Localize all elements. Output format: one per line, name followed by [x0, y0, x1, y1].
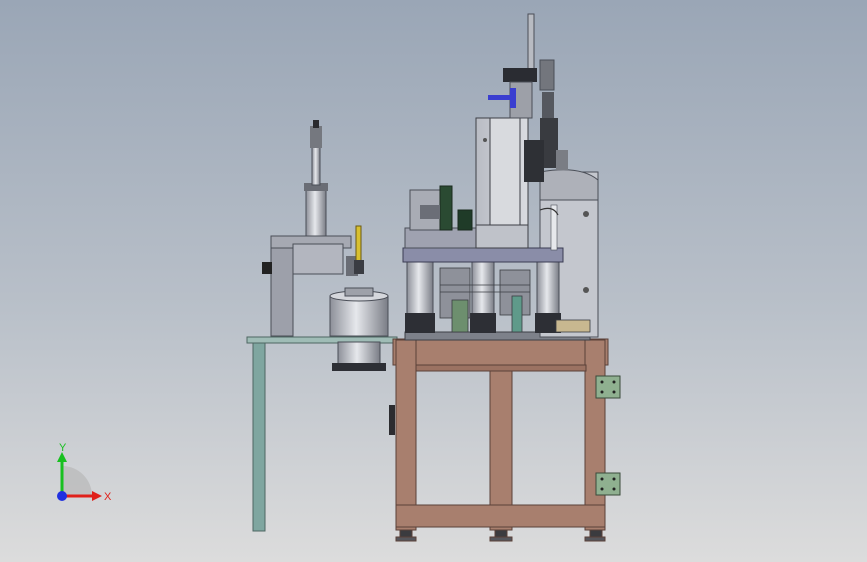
- hinge-upper: [595, 375, 621, 399]
- frame-left-leg: [395, 339, 417, 531]
- cad-viewport[interactable]: [0, 0, 867, 562]
- feeder-station: [409, 185, 473, 231]
- frame-bottom-rail: [395, 504, 606, 528]
- yellow-rod: [355, 225, 362, 265]
- main-frame: [392, 338, 609, 542]
- mid-plate: [402, 247, 564, 263]
- press-head: [292, 243, 344, 275]
- press-column: [270, 235, 294, 337]
- coordinate-triad: Y X: [57, 442, 112, 503]
- x-axis-label: X: [104, 491, 112, 503]
- side-table-leg: [252, 342, 266, 532]
- frame-right-leg: [584, 339, 606, 531]
- hinge-lower: [595, 472, 621, 496]
- frame-mid-rail: [415, 364, 587, 372]
- frame-handle: [389, 405, 395, 435]
- central-module: [475, 117, 529, 249]
- blue-handle: [488, 95, 512, 100]
- frame-top-rail: [392, 338, 609, 366]
- y-axis-label: Y: [59, 442, 67, 454]
- z-axis-dot: [57, 491, 67, 501]
- press-cylinder: [305, 187, 327, 237]
- rotary-fixture: [329, 287, 389, 371]
- station-columns: [405, 259, 561, 333]
- triad-arc: [62, 466, 92, 496]
